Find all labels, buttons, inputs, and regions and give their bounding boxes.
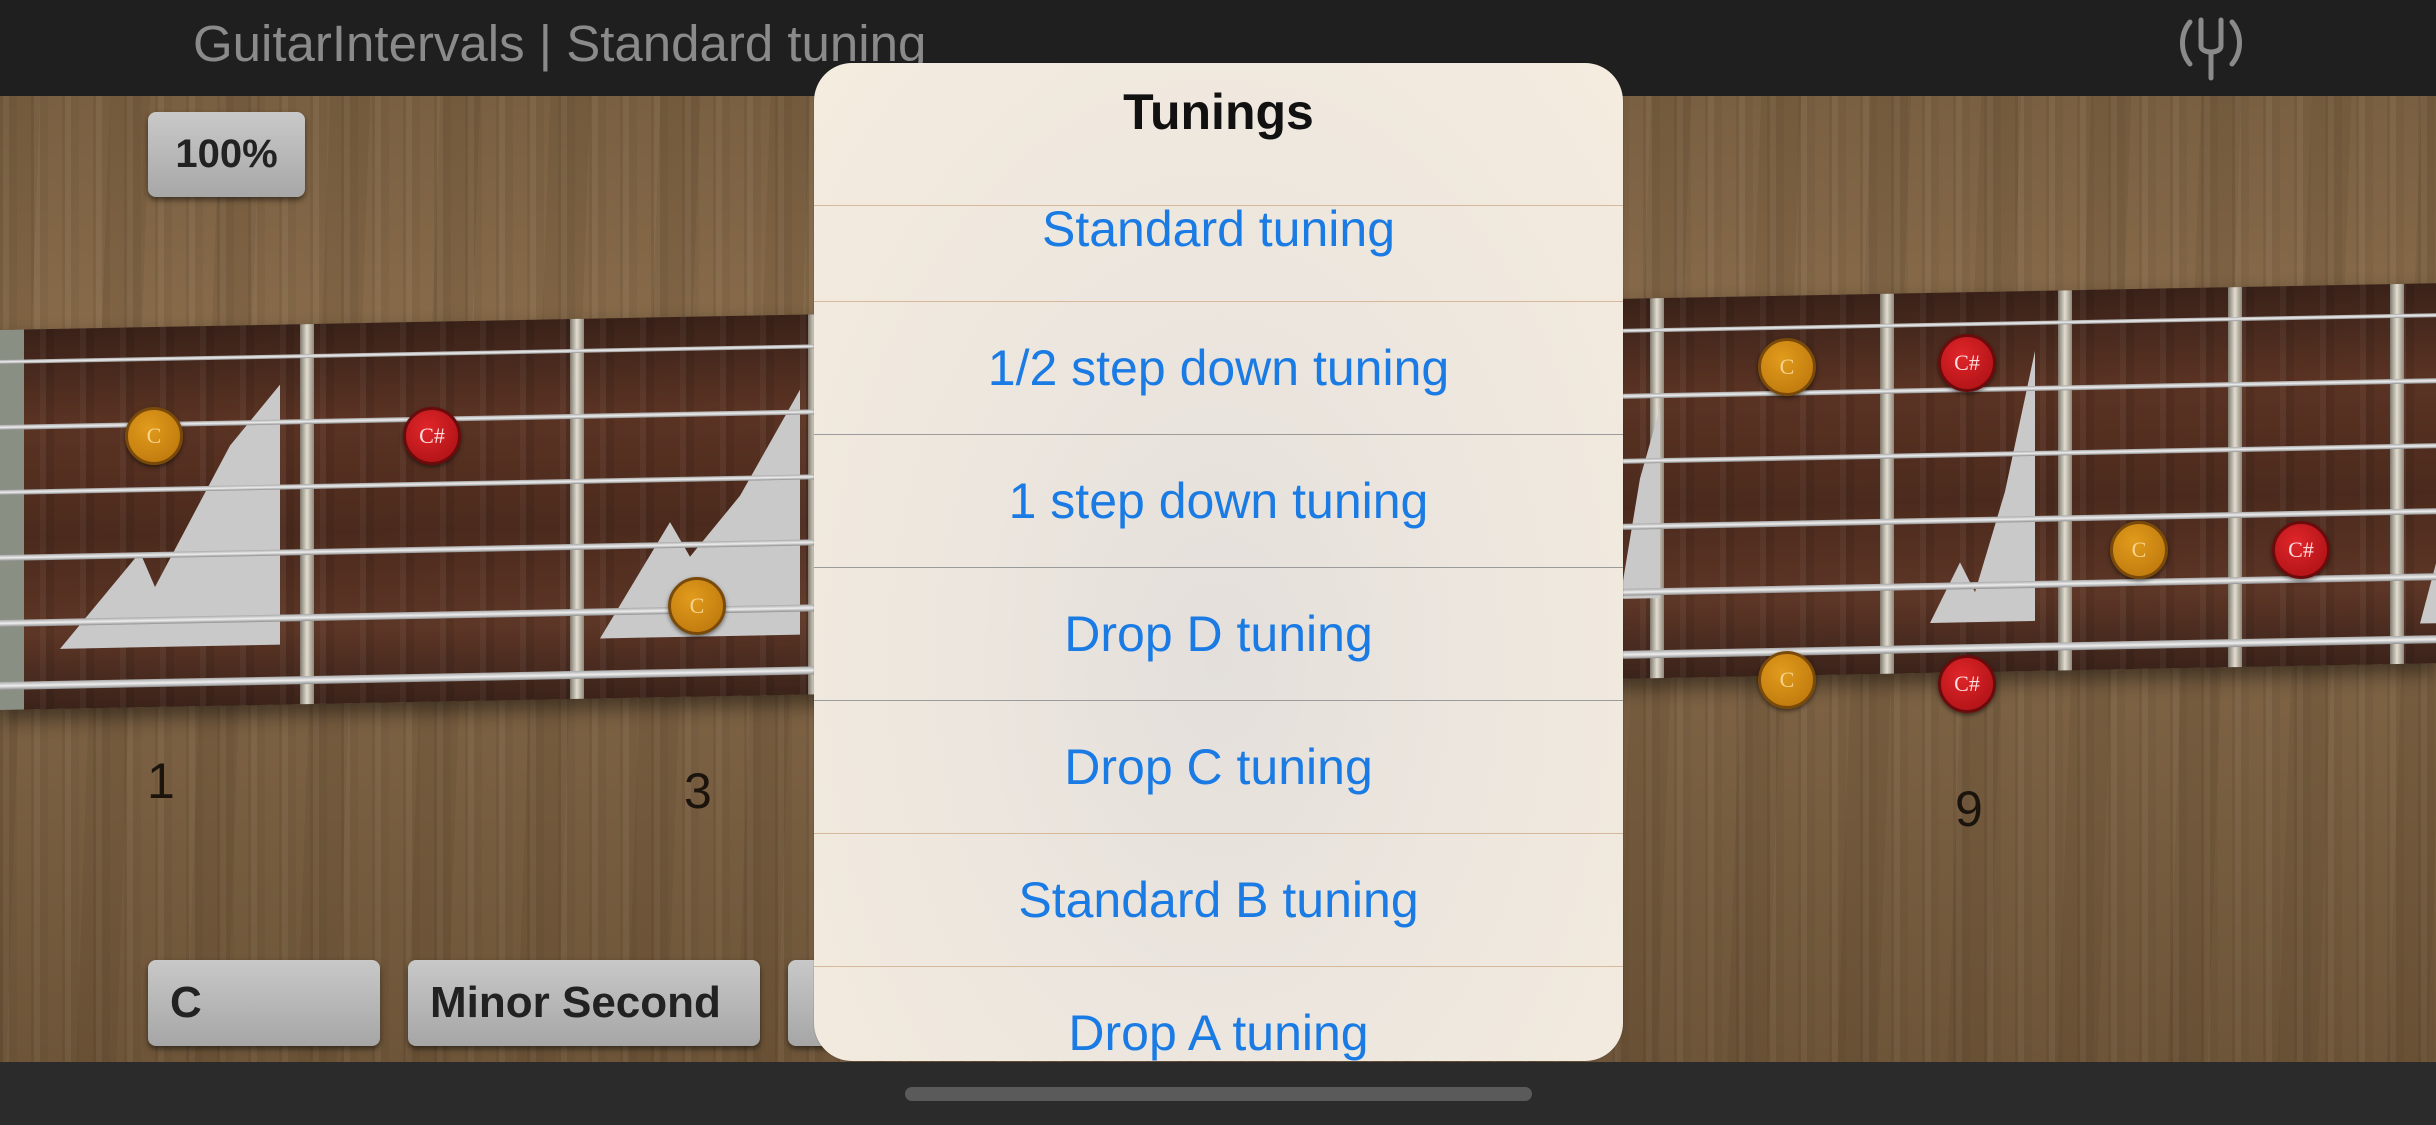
note-marker[interactable]: C# bbox=[1938, 655, 1996, 713]
tuning-option-drop-d[interactable]: Drop D tuning bbox=[814, 567, 1623, 700]
tuning-option-label: Drop C tuning bbox=[1064, 739, 1373, 795]
tuning-option-label: Drop A tuning bbox=[1068, 1005, 1369, 1061]
note-marker[interactable]: C bbox=[1758, 651, 1816, 709]
note-marker[interactable]: C bbox=[1758, 338, 1816, 396]
tunings-dialog: Tunings Standard tuning 1/2 step down tu… bbox=[814, 63, 1623, 1061]
note-marker[interactable]: C# bbox=[403, 407, 461, 465]
tuning-option-drop-c[interactable]: Drop C tuning bbox=[814, 700, 1623, 833]
tuning-option-standard-b[interactable]: Standard B tuning bbox=[814, 833, 1623, 966]
note-marker[interactable]: C# bbox=[2272, 521, 2330, 579]
tuning-option-drop-a[interactable]: Drop A tuning bbox=[814, 966, 1623, 1061]
tuning-option-label: Standard tuning bbox=[1041, 201, 1396, 257]
tuning-option-label: Standard B tuning bbox=[1018, 872, 1419, 928]
note-marker[interactable]: C# bbox=[1938, 334, 1996, 392]
note-marker[interactable]: C bbox=[2110, 521, 2168, 579]
note-marker[interactable]: C bbox=[668, 577, 726, 635]
tuning-option-one-step-down[interactable]: 1 step down tuning bbox=[814, 434, 1623, 567]
dialog-title: Tunings bbox=[1123, 84, 1314, 140]
tuning-option-label: 1 step down tuning bbox=[1008, 473, 1429, 529]
home-indicator[interactable] bbox=[905, 1087, 1532, 1101]
tuning-fork-icon[interactable] bbox=[2176, 12, 2246, 82]
tuning-option-half-step-down[interactable]: 1/2 step down tuning bbox=[814, 301, 1623, 434]
note-marker[interactable]: C bbox=[125, 407, 183, 465]
root-note-selector[interactable]: C bbox=[148, 960, 380, 1046]
tunings-list: Standard tuning 1/2 step down tuning 1 s… bbox=[814, 201, 1623, 1061]
fret-number: 9 bbox=[1955, 781, 1983, 837]
tuning-option-standard[interactable]: Standard tuning bbox=[814, 201, 1623, 301]
fret-number: 1 bbox=[147, 753, 175, 809]
tuning-option-label: Drop D tuning bbox=[1064, 606, 1373, 662]
interval-selector[interactable]: Minor Second bbox=[408, 960, 760, 1046]
fret-number: 3 bbox=[684, 763, 712, 819]
zoom-button[interactable]: 100% bbox=[148, 112, 305, 197]
tuning-option-label: 1/2 step down tuning bbox=[987, 340, 1450, 396]
